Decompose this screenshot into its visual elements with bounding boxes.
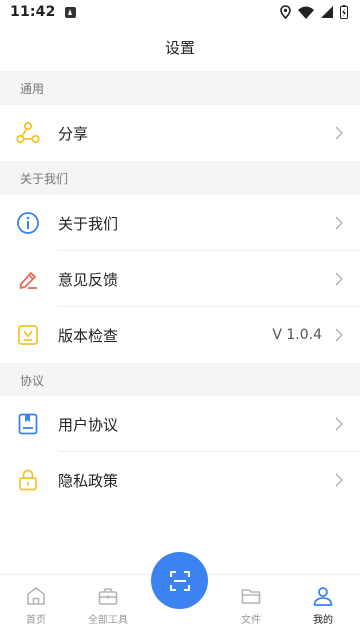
toolbox-icon	[98, 588, 118, 605]
nav-files[interactable]: 文件	[216, 585, 286, 626]
profile-icon	[313, 587, 333, 606]
status-icons	[280, 5, 348, 19]
page-header: 设置	[0, 24, 360, 71]
nav-home[interactable]: 首页	[1, 585, 71, 626]
version-icon	[16, 323, 40, 347]
chevron-right-icon	[334, 328, 344, 342]
chevron-right-icon	[334, 126, 344, 140]
home-icon	[27, 587, 45, 605]
location-icon	[280, 5, 291, 19]
feedback-pencil-icon	[16, 267, 40, 291]
feedback-row[interactable]: 意见反馈	[0, 251, 360, 307]
chevron-right-icon	[334, 417, 344, 431]
wifi-icon	[298, 6, 314, 19]
chevron-right-icon	[334, 272, 344, 286]
about-us-label: 关于我们	[58, 214, 119, 233]
privacy-policy-label: 隐私政策	[58, 471, 119, 490]
page-title: 设置	[164, 39, 195, 57]
user-agreement-row[interactable]: 用户协议	[0, 396, 360, 452]
folder-icon	[241, 589, 261, 604]
nav-home-label: 首页	[26, 615, 46, 626]
privacy-lock-icon	[16, 468, 40, 492]
nav-mine-label: 我的	[313, 615, 333, 626]
version-check-label: 版本检查	[58, 326, 119, 345]
nav-all-tools-label: 全部工具	[88, 615, 128, 626]
share-row[interactable]: 分享	[0, 105, 360, 161]
share-label: 分享	[58, 124, 89, 143]
user-agreement-label: 用户协议	[58, 415, 119, 434]
chevron-right-icon	[334, 473, 344, 487]
version-check-row[interactable]: 版本检查 V 1.0.4	[0, 307, 360, 363]
signal-icon	[321, 6, 333, 18]
nav-all-tools[interactable]: 全部工具	[73, 585, 143, 626]
feedback-label: 意见反馈	[58, 270, 119, 289]
nav-files-label: 文件	[241, 615, 261, 626]
about-us-row[interactable]: 关于我们	[0, 195, 360, 251]
scan-icon	[169, 570, 190, 591]
version-value: V 1.0.4	[272, 327, 322, 343]
status-time: 11:42	[10, 4, 56, 20]
chevron-right-icon	[334, 216, 344, 230]
privacy-policy-row[interactable]: 隐私政策	[0, 452, 360, 508]
share-icon	[16, 121, 40, 145]
user-agreement-icon	[16, 412, 40, 436]
notification-icon	[64, 6, 76, 18]
status-bar: 11:42	[0, 0, 360, 24]
scan-button[interactable]	[151, 552, 208, 609]
section-header-general: 通用	[0, 71, 360, 105]
battery-icon	[340, 5, 348, 19]
section-header-agreements: 协议	[0, 363, 360, 397]
section-header-about: 关于我们	[0, 161, 360, 195]
nav-mine[interactable]: 我的	[288, 585, 358, 626]
info-icon	[16, 211, 40, 235]
